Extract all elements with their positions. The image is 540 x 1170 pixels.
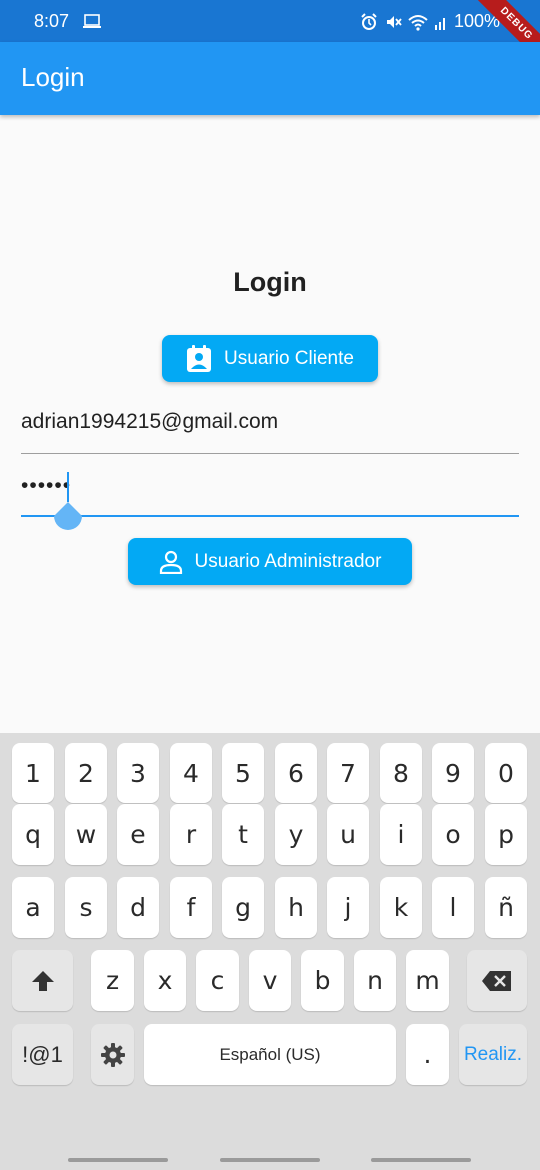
- nav-line-right: [371, 1158, 471, 1162]
- wifi-icon: [408, 14, 428, 31]
- key-g[interactable]: g: [222, 877, 264, 938]
- key-e[interactable]: e: [117, 804, 159, 865]
- key-l[interactable]: l: [432, 877, 474, 938]
- login-form: Login Usuario Cliente adrian1994215@gmai…: [0, 115, 540, 733]
- key-n-tilde[interactable]: ñ: [485, 877, 527, 938]
- soft-keyboard: 1 2 3 4 5 6 7 8 9 0 q w e r t y u i o p …: [0, 733, 540, 1170]
- key-4[interactable]: 4: [170, 743, 212, 803]
- usuario-cliente-label: Usuario Cliente: [224, 347, 354, 369]
- key-5[interactable]: 5: [222, 743, 264, 803]
- key-n[interactable]: n: [354, 950, 396, 1011]
- text-cursor: [67, 472, 69, 502]
- key-j[interactable]: j: [327, 877, 369, 938]
- space-key[interactable]: Español (US): [144, 1024, 396, 1085]
- key-s[interactable]: s: [65, 877, 107, 938]
- key-a[interactable]: a: [12, 877, 54, 938]
- key-0[interactable]: 0: [485, 743, 527, 803]
- cursor-handle[interactable]: [54, 502, 82, 534]
- nav-line-center: [220, 1158, 320, 1162]
- usuario-administrador-button[interactable]: Usuario Administrador: [128, 538, 412, 585]
- key-r[interactable]: r: [170, 804, 212, 865]
- key-x[interactable]: x: [144, 950, 186, 1011]
- key-k[interactable]: k: [380, 877, 422, 938]
- usuario-cliente-button[interactable]: Usuario Cliente: [162, 335, 378, 382]
- key-h[interactable]: h: [275, 877, 317, 938]
- key-9[interactable]: 9: [432, 743, 474, 803]
- done-key[interactable]: Realiz.: [459, 1024, 527, 1085]
- status-icons: 100%: [360, 11, 500, 32]
- key-v[interactable]: v: [249, 950, 291, 1011]
- backspace-key[interactable]: [467, 950, 527, 1011]
- email-value: adrian1994215@gmail.com: [21, 410, 279, 433]
- shift-key[interactable]: [12, 950, 73, 1011]
- key-d[interactable]: d: [117, 877, 159, 938]
- key-y[interactable]: y: [275, 804, 317, 865]
- key-c[interactable]: c: [196, 950, 239, 1011]
- key-u[interactable]: u: [327, 804, 369, 865]
- settings-key[interactable]: [91, 1024, 134, 1085]
- email-field[interactable]: adrian1994215@gmail.com: [21, 395, 519, 454]
- contact-card-icon: [187, 344, 212, 372]
- key-b[interactable]: b: [301, 950, 344, 1011]
- key-3[interactable]: 3: [117, 743, 159, 803]
- key-z[interactable]: z: [91, 950, 134, 1011]
- key-w[interactable]: w: [65, 804, 107, 865]
- usuario-administrador-label: Usuario Administrador: [194, 550, 382, 572]
- key-o[interactable]: o: [432, 804, 474, 865]
- person-icon: [159, 550, 182, 574]
- backspace-icon: [482, 970, 511, 991]
- key-2[interactable]: 2: [65, 743, 107, 803]
- signal-icon: [434, 17, 445, 30]
- key-1[interactable]: 1: [12, 743, 54, 803]
- laptop-icon: [83, 14, 101, 28]
- key-q[interactable]: q: [12, 804, 54, 865]
- key-f[interactable]: f: [170, 877, 212, 938]
- login-heading: Login: [233, 267, 307, 297]
- mute-icon: [386, 15, 402, 28]
- key-8[interactable]: 8: [380, 743, 422, 803]
- app-bar-title: Login: [21, 62, 85, 92]
- key-p[interactable]: p: [485, 804, 527, 865]
- symbols-key[interactable]: !@1: [12, 1024, 73, 1085]
- key-t[interactable]: t: [222, 804, 264, 865]
- status-bar: 8:07 100% DEBUG: [0, 0, 540, 74]
- nav-line-left: [68, 1158, 168, 1162]
- password-value: ••••••: [21, 474, 72, 497]
- shift-icon: [31, 970, 54, 991]
- key-6[interactable]: 6: [275, 743, 317, 803]
- app-bar: Login: [0, 42, 540, 115]
- status-time: 8:07: [34, 11, 70, 31]
- key-7[interactable]: 7: [327, 743, 369, 803]
- password-field[interactable]: ••••••: [21, 460, 519, 530]
- key-i[interactable]: i: [380, 804, 422, 865]
- period-key[interactable]: .: [406, 1024, 449, 1085]
- key-m[interactable]: m: [406, 950, 449, 1011]
- alarm-icon: [361, 12, 377, 30]
- gear-icon: [100, 1042, 125, 1067]
